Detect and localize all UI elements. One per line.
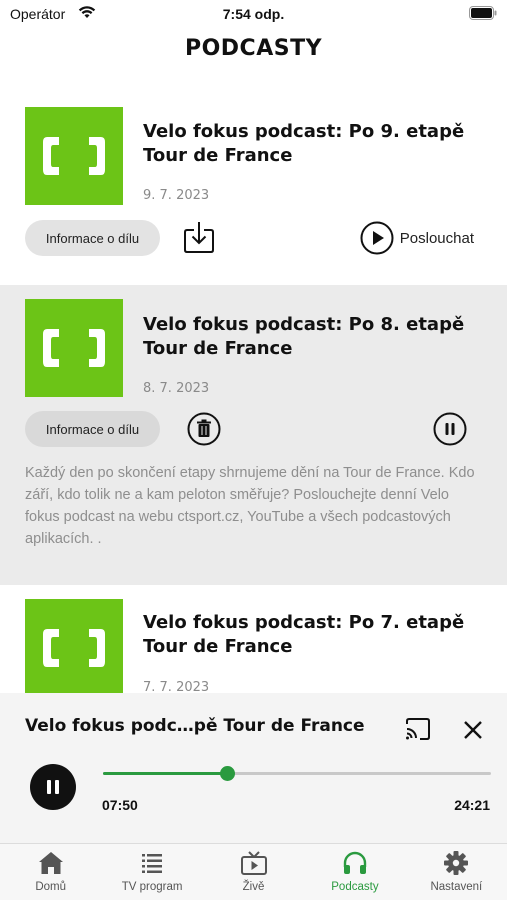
delete-button[interactable] [187,412,221,446]
episode-title: Velo fokus podcast: Po 9. etapě Tour de … [143,121,465,166]
total-time: 24:21 [454,797,490,813]
list-icon [142,854,163,873]
pause-button[interactable] [433,412,467,446]
progress-fill [103,772,228,775]
episode-item[interactable]: Velo fokus podcast: Po 9. etapě Tour de … [0,92,507,285]
page-title: PODCASTY [184,36,323,61]
tab-label: Domů [35,881,67,893]
tab-label: Podcasty [331,881,379,893]
tab-podcasts[interactable]: Podcasty [304,844,405,900]
episode-title: Velo fokus podcast: Po 8. etapě Tour de … [143,314,465,359]
tab-tv-program[interactable]: TV program [101,844,202,900]
battery-icon [469,6,497,20]
player-title: Velo fokus podc…pě Tour de France [25,716,365,736]
progress-slider[interactable] [103,766,491,781]
episode-date: 7. 7. 2023 [143,680,210,693]
tab-label: Živě [242,881,265,893]
mini-player[interactable]: Velo fokus podc…pě Tour de France 07:50 … [0,693,507,843]
ct-logo-icon [43,137,105,175]
current-time: 07:50 [102,797,138,813]
home-icon [38,852,63,874]
close-icon[interactable] [462,719,484,741]
pause-icon [47,780,59,794]
tv-icon [240,851,267,875]
podcast-logo [25,107,123,205]
podcast-logo [25,599,123,693]
download-button[interactable] [182,220,216,254]
podcast-logo [25,299,123,397]
episode-description: Každý den po skončení etapy shrnujeme dě… [25,465,475,547]
tab-bar: Domů TV program Živě Podcasty Nastavení [0,843,507,900]
player-pause-button[interactable] [30,764,76,810]
gear-icon [444,851,469,875]
cast-icon[interactable] [405,718,431,740]
tab-label: Nastavení [430,881,483,893]
episode-item[interactable]: Velo fokus podcast: Po 8. etapě Tour de … [0,285,507,585]
clock: 7:54 odp. [222,6,285,22]
listen-button[interactable]: Poslouchat [360,220,474,256]
listen-label: Poslouchat [399,229,474,247]
episode-date: 9. 7. 2023 [143,188,210,203]
download-icon [184,222,214,253]
episode-date: 8. 7. 2023 [143,381,210,396]
episode-title: Velo fokus podcast: Po 7. etapě Tour de … [143,612,465,657]
episode-item[interactable]: Velo fokus podcast: Po 7. etapě Tour de … [0,585,507,693]
tab-live[interactable]: Živě [203,844,304,900]
trash-icon [187,412,221,446]
episode-info-button[interactable]: Informace o dílu [25,220,160,256]
pause-icon [433,412,467,446]
ct-logo-icon [43,629,105,667]
tab-settings[interactable]: Nastavení [406,844,507,900]
headphones-icon [343,851,367,874]
status-bar: Operátor 7:54 odp. [0,0,507,30]
progress-handle[interactable] [220,766,236,781]
tab-home[interactable]: Domů [0,844,101,900]
ct-logo-icon [43,329,105,367]
episode-info-button[interactable]: Informace o dílu [25,411,160,447]
tab-label: TV program [121,881,183,893]
play-icon [360,221,394,255]
